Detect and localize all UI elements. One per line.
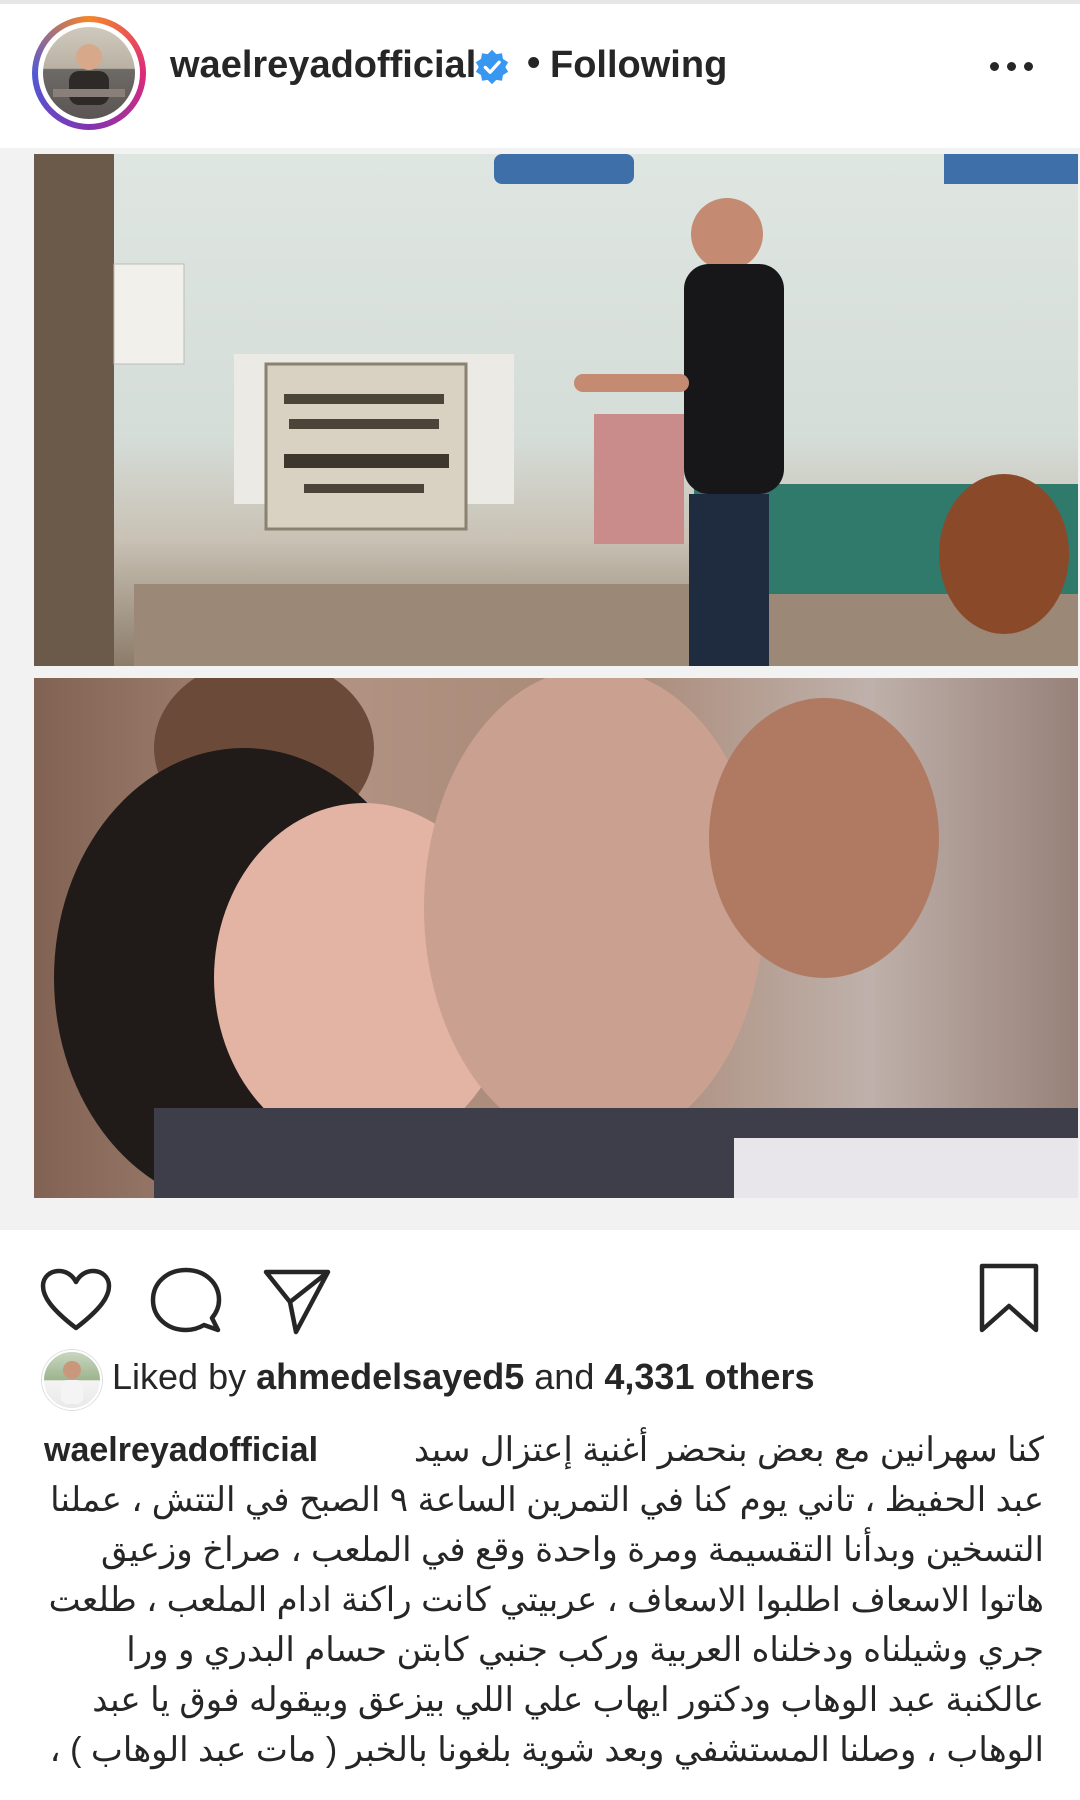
post-caption: waelreyadofficial كنا سهرانين مع بعض بنح… xyxy=(44,1425,1044,1775)
likes-text: Liked by ahmedelsayed5 and 4,331 others xyxy=(112,1356,815,1398)
separator-dot: • xyxy=(527,42,541,84)
heart-icon[interactable] xyxy=(40,1268,112,1332)
comment-icon[interactable] xyxy=(150,1266,222,1336)
photo-bottom-panel xyxy=(34,678,1078,1198)
caption-line: التسخين وبدأنا التقسيمة ومرة واحدة وقع ف… xyxy=(100,1531,1044,1569)
profile-avatar[interactable] xyxy=(32,16,146,130)
post-username[interactable]: waelreyadofficial xyxy=(170,44,476,87)
more-options-icon[interactable] xyxy=(990,56,1040,76)
caption-line: هاتوا الاسعاف اطلبوا الاسعاف ، عربيتي كا… xyxy=(48,1581,1044,1619)
verified-badge-icon xyxy=(475,49,509,85)
liker-username-link[interactable]: ahmedelsayed5 xyxy=(256,1356,524,1397)
likes-prefix: Liked by xyxy=(112,1356,247,1397)
post-header: waelreyadofficial • Following xyxy=(0,6,1080,146)
action-bar xyxy=(0,1250,1080,1340)
liker-avatar[interactable] xyxy=(42,1350,102,1410)
following-button[interactable]: Following xyxy=(550,44,727,87)
photo-top-panel xyxy=(34,154,1078,666)
likes-row: Liked by ahmedelsayed5 and 4,331 others xyxy=(0,1350,1080,1410)
caption-line: عالكنبة عبد الوهاب ودكتور ايهاب علي اللي… xyxy=(92,1681,1044,1719)
caption-line: عبد الحفيظ ، تاني يوم كنا في التمرين الس… xyxy=(50,1481,1044,1519)
caption-line: جري وشيلناه ودخلناه العربية وركب جنبي كا… xyxy=(126,1631,1044,1669)
caption-line: كنا سهرانين مع بعض بنحضر أغنية إعتزال سي… xyxy=(413,1431,1044,1469)
caption-line: الوهاب ، وصلنا المستشفي وبعد شوية بلغونا… xyxy=(49,1731,1044,1769)
send-icon[interactable] xyxy=(262,1266,332,1336)
likes-count-link[interactable]: 4,331 others xyxy=(604,1356,814,1397)
top-divider xyxy=(0,0,1080,4)
avatar-image xyxy=(43,27,135,119)
caption-username[interactable]: waelreyadofficial xyxy=(44,1425,318,1475)
post-image[interactable] xyxy=(0,148,1080,1230)
likes-joiner: and xyxy=(534,1356,595,1397)
bookmark-icon[interactable] xyxy=(978,1262,1040,1334)
